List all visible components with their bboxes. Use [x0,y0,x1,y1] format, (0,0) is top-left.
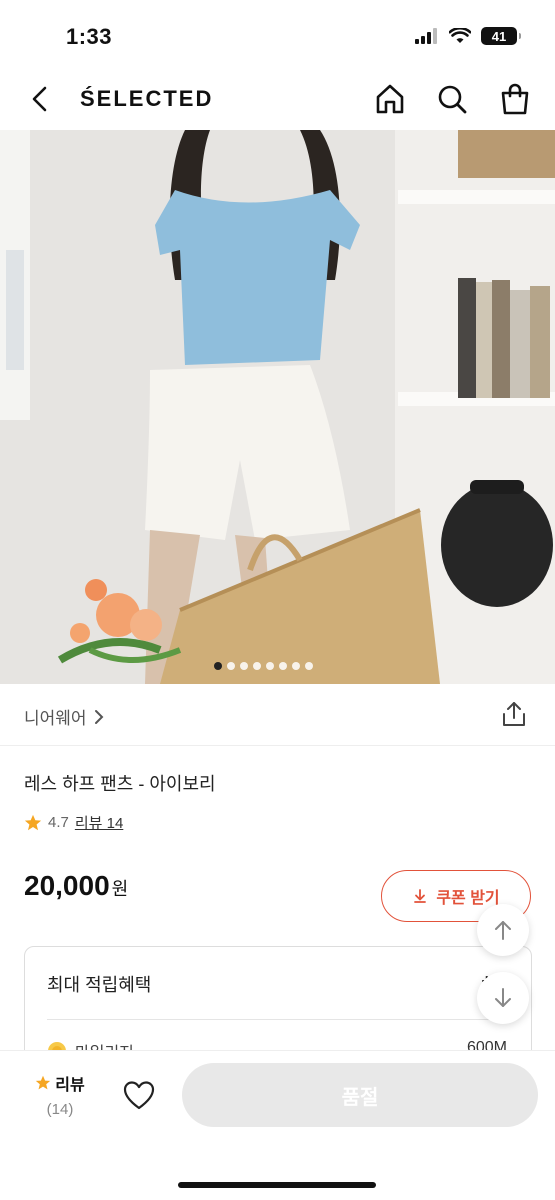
heart-icon[interactable] [122,1079,156,1113]
scroll-top-button[interactable] [477,904,529,956]
benefit-divider [47,1019,509,1020]
category-label: 니어웨어 [24,709,87,728]
chevron-right-icon [94,709,103,724]
carousel-dot[interactable] [253,662,261,670]
share-icon[interactable] [500,700,528,728]
product-name: 레스 하프 팬츠 - 아이보리 [24,774,216,794]
price: 20,000 원 [24,870,128,902]
home-icon[interactable] [373,82,407,116]
coupon-label: 쿠폰 받기 [436,890,500,907]
carousel-dot[interactable] [292,662,300,670]
shopping-bag-icon[interactable] [498,82,532,116]
battery-icon: 41 [481,27,521,45]
brand-logo[interactable]: ŚELECTED [80,86,213,112]
carousel-dot[interactable] [227,662,235,670]
rating-value: 4.7 [48,814,69,831]
category-row: 니어웨어 [0,684,555,746]
soldout-button[interactable]: 품절 [182,1063,538,1127]
carousel-dot[interactable] [214,662,222,670]
star-icon [36,1075,51,1090]
carousel-dot[interactable] [305,662,313,670]
scroll-bottom-button[interactable] [477,972,529,1024]
status-bar: 1:33 41 [0,0,555,70]
bottom-action-bar: 리뷰 (14) 품절 [0,1050,555,1200]
price-amount: 20,000 [24,870,110,901]
review-link[interactable]: 리뷰 14 [75,812,123,833]
download-icon [414,889,427,903]
signal-icon [415,28,437,44]
carousel-dot[interactable] [240,662,248,670]
back-icon[interactable] [26,84,56,114]
home-indicator [178,1182,376,1188]
star-icon [24,814,42,830]
review-count: (14) [46,1101,74,1118]
carousel-dot[interactable] [279,662,287,670]
review-summary[interactable]: 리뷰 (14) [30,1071,90,1118]
arrow-up-icon [495,921,511,940]
category-link[interactable]: 니어웨어 [24,704,105,729]
product-image[interactable] [0,130,555,684]
search-icon[interactable] [435,82,469,116]
carousel-dots [214,662,313,670]
review-label-row: 리뷰 [30,1071,90,1095]
carousel-dot[interactable] [266,662,274,670]
review-label: 리뷰 [55,1077,85,1094]
status-icons: 41 [415,27,521,45]
product-photo [0,130,555,684]
arrow-down-icon [495,988,511,1007]
rating-row: 4.7 리뷰 14 [24,812,123,833]
wifi-icon [449,28,471,43]
benefit-title: 최대 적립혜택 [47,975,152,995]
price-currency: 원 [111,879,129,899]
top-nav: ŚELECTED [0,70,555,130]
status-time: 1:33 [66,24,113,49]
